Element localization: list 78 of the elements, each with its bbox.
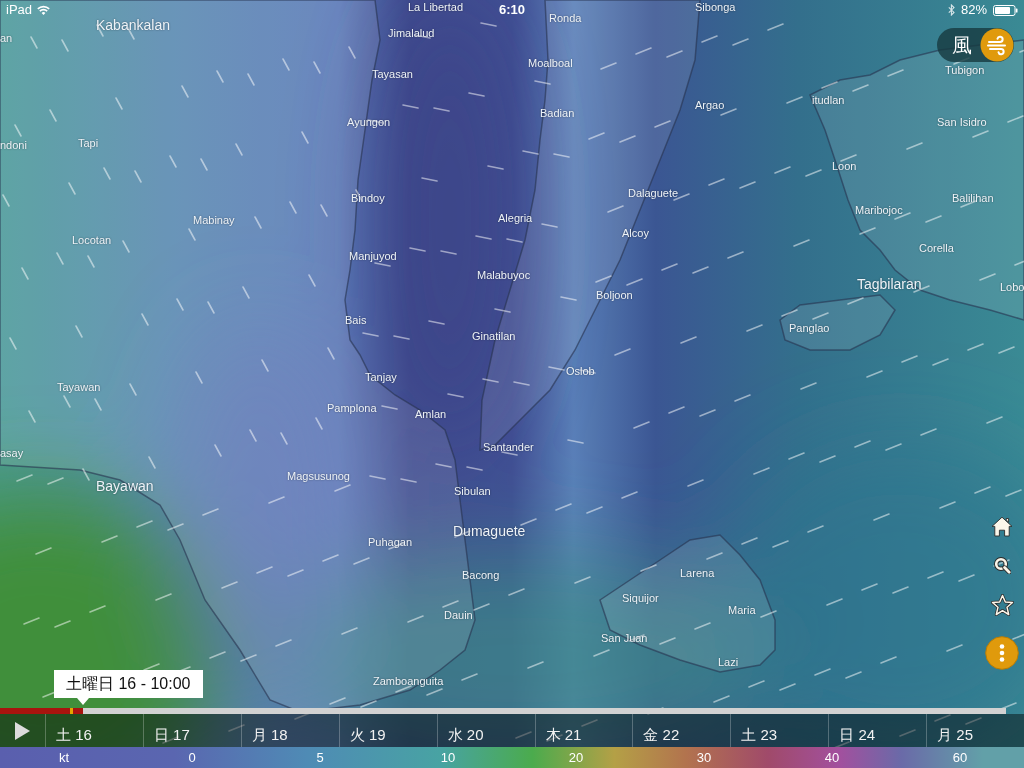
place-label: Magsusunog	[287, 469, 350, 483]
place-label: Tanjay	[365, 370, 397, 384]
place-label: Alegria	[498, 211, 533, 225]
scale-unit: kt	[57, 749, 71, 767]
place-label: Lazi	[718, 655, 739, 669]
place-label: Zamboanguita	[373, 674, 444, 688]
place-label: Mabinay	[193, 213, 235, 227]
place-label: Ronda	[549, 11, 582, 25]
place-label: Pamplona	[327, 401, 377, 415]
search-icon[interactable]	[993, 557, 1011, 574]
place-label: Sibulan	[454, 484, 491, 498]
place-label: Maria	[728, 603, 756, 617]
place-label: an	[0, 31, 13, 45]
scale-label: 20	[567, 749, 585, 767]
place-label: itudlan	[812, 93, 845, 107]
place-label: Tagbilaran	[857, 275, 922, 293]
wind-icon	[980, 28, 1014, 62]
place-label: ndoni	[0, 138, 27, 152]
place-label: Panglao	[789, 321, 830, 335]
place-label: Balilihan	[952, 191, 994, 205]
place-label: Ginatilan	[472, 329, 516, 343]
place-label: Tapi	[78, 136, 99, 150]
place-label: Boljoon	[596, 288, 633, 302]
more-icon[interactable]	[985, 636, 1019, 670]
place-label: Moalboal	[528, 56, 573, 70]
place-label: Malabuyoc	[477, 268, 531, 282]
time-marker	[70, 708, 73, 714]
scale-label: 5	[315, 749, 325, 767]
place-label: Loon	[832, 159, 857, 173]
place-label: Bindoy	[351, 191, 385, 205]
place-label: Manjuyod	[349, 249, 397, 263]
place-label: Locotan	[72, 233, 112, 247]
play-icon	[15, 721, 30, 740]
place-label: Jimalalud	[388, 26, 435, 40]
place-label: Dauin	[444, 608, 473, 622]
place-label: Amlan	[415, 407, 447, 421]
scale-label: 10	[439, 749, 457, 767]
place-label: Tayawan	[57, 380, 101, 394]
scale-label: 0	[187, 749, 197, 767]
place-label: San Isidro	[937, 115, 987, 129]
scale-label: 60	[951, 749, 969, 767]
place-label: asay	[0, 446, 24, 460]
scale-label: 40	[823, 749, 841, 767]
time-tooltip: 土曜日 16 - 10:00	[54, 670, 203, 705]
star-icon[interactable]	[990, 594, 1014, 616]
bluetooth-icon	[947, 4, 955, 16]
place-label: Kabankalan	[96, 16, 170, 34]
place-label: La Libertad	[408, 0, 464, 14]
scale-label: 30	[695, 749, 713, 767]
place-label: Dumaguete	[453, 522, 526, 540]
battery-percent: 82%	[960, 2, 987, 18]
place-label: Puhagan	[368, 535, 413, 549]
place-label: Tayasan	[372, 67, 413, 81]
place-label: Bayawan	[96, 477, 154, 495]
device-name: iPad	[6, 2, 33, 18]
place-label: Sibonga	[695, 0, 736, 14]
battery-icon	[993, 4, 1018, 16]
place-label: Alcoy	[622, 226, 649, 240]
place-label: Corella	[919, 241, 954, 255]
place-label: Lobo	[1000, 280, 1024, 294]
clock-time: 6:10	[498, 2, 525, 18]
place-label: Argao	[695, 98, 725, 112]
place-label: Siquijor	[622, 591, 659, 605]
home-icon[interactable]	[991, 516, 1013, 537]
place-label: Dalaguete	[628, 186, 679, 200]
place-label: San Juan	[601, 631, 648, 645]
wifi-icon	[37, 5, 51, 15]
place-label: Ayungon	[347, 115, 391, 129]
timeline-track[interactable]	[0, 708, 1006, 714]
place-label: Maribojoc	[855, 203, 903, 217]
place-label: Oslob	[566, 364, 595, 378]
place-label: Badian	[540, 106, 575, 120]
place-label: Larena	[680, 566, 715, 580]
place-label: Tubigon	[945, 63, 985, 77]
layer-switch[interactable]: 風	[937, 28, 1014, 62]
place-label: Bais	[345, 313, 367, 327]
place-label: Santander	[483, 440, 534, 454]
place-label: Bacong	[462, 568, 500, 582]
